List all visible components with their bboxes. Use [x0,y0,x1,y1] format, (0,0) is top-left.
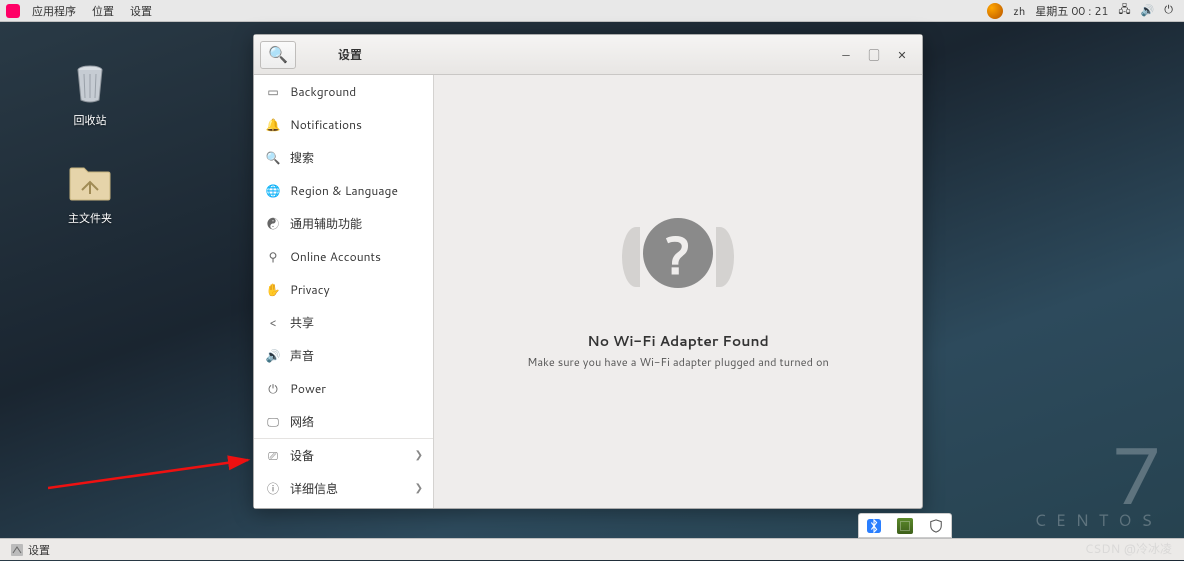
network-icon: 🖵 [266,414,280,428]
window-minimize-button[interactable]: — [838,47,854,63]
accessibility-icon: ☯ [266,216,280,230]
user-avatar[interactable] [982,3,1008,19]
sidebar-item-background[interactable]: ▭Background [254,75,433,108]
top-panel: 应用程序 位置 设置 zh 星期五 00 : 21 🖧 🔊 ⏻ [0,0,1184,22]
volume-tray-icon[interactable]: 🔊 [1136,4,1160,17]
csdn-watermark: CSDN @冷冰凌 [1085,540,1172,557]
sidebar-item-devices[interactable]: ⎚设备❯ [254,439,433,472]
shield-icon[interactable] [928,518,944,534]
nvidia-icon[interactable] [897,518,913,534]
privacy-icon: ✋ [266,282,280,296]
content-message-subtitle: Make sure you have a Wi-Fi adapter plugg… [527,354,829,370]
sidebar-item-online-accounts[interactable]: ⚲Online Accounts [254,240,433,273]
desktop-icon-home[interactable]: 主文件夹 [50,158,130,226]
accounts-icon: ⚲ [266,249,280,263]
window-title: 设置 [304,46,822,63]
settings-task-icon [10,543,24,557]
titlebar-search-button[interactable]: 🔍 [260,41,296,69]
avatar-icon [987,3,1003,19]
system-tray-popup [858,513,952,538]
devices-icon: ⎚ [266,448,280,462]
sidebar-item-sound[interactable]: 🔊声音 [254,339,433,372]
sidebar-item-search[interactable]: 🔍搜索 [254,141,433,174]
power-icon: ⏻ [266,381,280,395]
window-titlebar[interactable]: 🔍 设置 — ▢ ✕ [254,35,922,75]
menu-places[interactable]: 位置 [84,3,122,19]
window-maximize-button[interactable]: ▢ [866,47,882,63]
taskbar-item-settings[interactable]: 设置 [4,540,56,560]
bell-icon: 🔔 [266,117,280,131]
content-message-title: No Wi-Fi Adapter Found [587,331,769,351]
bluetooth-icon[interactable] [866,518,882,534]
sidebar-item-region-language[interactable]: 🌐Region & Language [254,174,433,207]
clock[interactable]: 星期五 00 : 21 [1030,3,1113,19]
menu-applications[interactable]: 应用程序 [24,3,84,19]
sidebar-item-privacy[interactable]: ✋Privacy [254,273,433,306]
details-icon: ⓘ [266,481,280,495]
chevron-right-icon: ❯ [415,448,423,462]
desktop-icon-label: 主文件夹 [50,210,130,226]
sidebar-item-power[interactable]: ⏻Power [254,372,433,405]
input-method-indicator[interactable]: zh [1008,3,1030,19]
sidebar-item-sharing[interactable]: <共享 [254,306,433,339]
search-icon: 🔍 [268,45,288,65]
no-wifi-icon: ? [628,213,728,313]
sidebar-item-network[interactable]: 🖵网络 [254,405,433,438]
settings-content-pane: ? No Wi-Fi Adapter Found Make sure you h… [434,75,922,508]
chevron-right-icon: ❯ [415,481,423,495]
taskbar-item-label: 设置 [28,542,50,558]
annotation-arrow [48,430,258,490]
sidebar-item-accessibility[interactable]: ☯通用辅助功能 [254,207,433,240]
window-close-button[interactable]: ✕ [894,47,910,63]
power-tray-icon[interactable]: ⏻ [1159,4,1178,17]
distro-logo-icon [6,4,20,18]
centos-watermark: 7 CENTOS [1034,445,1162,532]
network-tray-icon[interactable]: 🖧 [1113,1,1135,20]
trash-icon [66,60,114,108]
sound-icon: 🔊 [266,348,280,362]
search-icon: 🔍 [266,150,280,164]
display-icon: ▭ [266,84,280,98]
settings-sidebar: ▭Background 🔔Notifications 🔍搜索 🌐Region &… [254,75,434,508]
bottom-taskbar: 设置 [0,538,1184,560]
globe-icon: 🌐 [266,183,280,197]
desktop-icon-trash[interactable]: 回收站 [50,60,130,128]
sidebar-item-notifications[interactable]: 🔔Notifications [254,108,433,141]
menu-settings[interactable]: 设置 [122,3,160,19]
home-folder-icon [66,158,114,206]
sidebar-item-details[interactable]: ⓘ详细信息❯ [254,472,433,505]
desktop-icon-label: 回收站 [50,112,130,128]
share-icon: < [266,315,280,329]
settings-window: 🔍 设置 — ▢ ✕ ▭Background 🔔Notifications 🔍搜… [253,34,923,509]
